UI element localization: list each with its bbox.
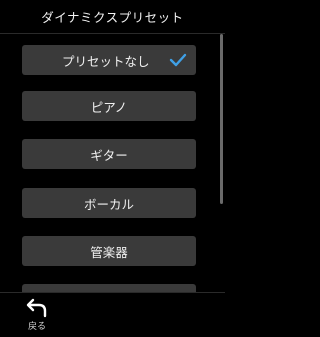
footer-divider [0,292,225,293]
page-title: ダイナミクスプリセット [41,10,184,25]
preset-item-guitar[interactable]: ギター [22,139,196,169]
preset-label: ボーカル [83,196,134,212]
back-arrow-icon [26,298,47,318]
checkmark-icon [169,53,187,67]
preset-item-wind-instruments[interactable]: 管楽器 [22,236,196,266]
preset-label: ピアノ [90,99,128,115]
scrollbar[interactable] [220,34,223,292]
preset-item-vocal[interactable]: ボーカル [22,188,196,218]
preset-item-piano[interactable]: ピアノ [22,91,196,121]
preset-label: プリセットなし [62,53,150,69]
preset-label: ギター [90,147,128,163]
back-button[interactable]: 戻る [21,298,53,334]
scrollbar-thumb[interactable] [220,34,223,204]
preset-item-partial[interactable] [22,284,196,292]
back-label: 戻る [27,322,46,332]
preset-item-none[interactable]: プリセットなし [22,45,196,75]
preset-list: プリセットなし ピアノ ギター ボーカル 管楽器 [0,34,225,292]
preset-label: 管楽器 [90,244,128,260]
